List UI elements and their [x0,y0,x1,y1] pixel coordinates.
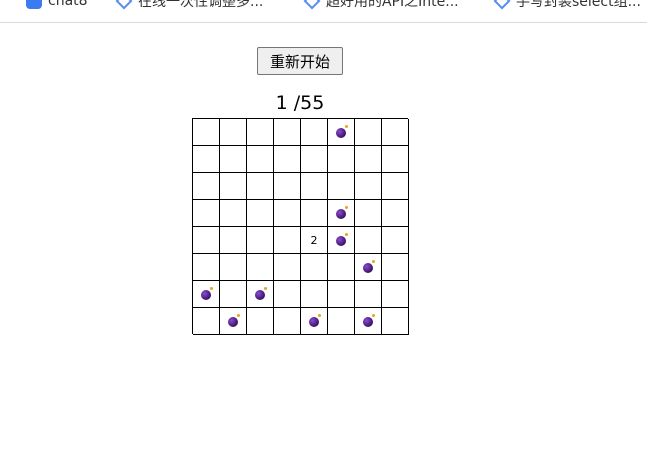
board-cell[interactable] [247,146,274,173]
board-cell[interactable] [328,254,355,281]
app-icon [26,0,42,9]
board-cell[interactable] [382,281,409,308]
board-cell[interactable] [274,281,301,308]
board-cell[interactable] [355,173,382,200]
board-cell[interactable] [274,173,301,200]
board-cell[interactable] [382,227,409,254]
board-cell[interactable] [355,308,382,335]
board-cell[interactable] [382,173,409,200]
mine-counter: 1 /55 [275,92,325,114]
restart-button[interactable]: 重新开始 [257,47,343,75]
board-cell[interactable] [274,119,301,146]
board-cell[interactable] [220,308,247,335]
board-cell[interactable] [328,227,355,254]
bomb-icon [363,314,375,327]
board-cell[interactable] [220,119,247,146]
board-cell[interactable] [382,146,409,173]
board-cell[interactable] [247,308,274,335]
board-cell[interactable] [355,200,382,227]
board-cell[interactable] [301,200,328,227]
board-cell[interactable] [193,146,220,173]
board-cell[interactable] [301,119,328,146]
board-cell[interactable] [301,146,328,173]
bomb-icon [336,125,348,138]
diamond-icon [303,0,321,10]
board-cell[interactable] [247,173,274,200]
board-cell[interactable] [247,227,274,254]
board-cell[interactable] [301,173,328,200]
board-cell[interactable] [328,119,355,146]
board-cell[interactable] [301,281,328,308]
bomb-icon [336,206,348,219]
board-cell[interactable] [247,281,274,308]
bookmark-label: chat8 [48,0,88,9]
minesweeper-board: 2 [192,118,409,335]
bomb-icon [336,233,348,246]
board-cell[interactable] [328,173,355,200]
board-cell[interactable] [355,227,382,254]
board-cell[interactable] [193,119,220,146]
board-cell[interactable] [247,254,274,281]
bookmark-api[interactable]: 超好用的API之Inte... [303,0,459,12]
board-cell[interactable] [193,227,220,254]
board-cell[interactable] [193,281,220,308]
board-cell[interactable] [193,173,220,200]
board-cell[interactable] [355,146,382,173]
bomb-icon [201,287,213,300]
board-cell[interactable] [220,173,247,200]
diamond-icon [493,0,511,10]
board-cell[interactable] [328,281,355,308]
cell-number: 2 [310,233,318,247]
bomb-icon [228,314,240,327]
bookmark-chat8[interactable]: chat8 [26,0,88,12]
bomb-icon [363,260,375,273]
board-cell[interactable] [274,308,301,335]
board-cell[interactable] [220,227,247,254]
board-cell[interactable] [274,227,301,254]
bookmarks-bar: chat8 在线一次性调整多... 超好用的API之Inte... 手写封装se… [0,0,647,23]
board-cell[interactable] [220,146,247,173]
board-cell[interactable] [301,308,328,335]
board-cell[interactable] [382,119,409,146]
board-cell[interactable] [382,200,409,227]
bomb-icon [255,287,267,300]
bookmark-select[interactable]: 手写封装select组... [493,0,641,12]
board-cell[interactable] [301,254,328,281]
board-cell[interactable] [328,200,355,227]
diamond-icon [115,0,133,10]
board-cell[interactable] [220,254,247,281]
bookmark-label: 在线一次性调整多... [138,0,264,10]
board-cell[interactable] [220,281,247,308]
bomb-icon [309,314,321,327]
board-cell[interactable] [220,200,247,227]
board-cell[interactable] [328,308,355,335]
board-cell[interactable] [382,308,409,335]
board-cell[interactable] [247,200,274,227]
bookmark-adjust[interactable]: 在线一次性调整多... [115,0,264,12]
board-cell[interactable] [274,254,301,281]
bookmark-label: 手写封装select组... [516,0,641,10]
board-cell[interactable] [355,119,382,146]
board-cell[interactable]: 2 [301,227,328,254]
board-cell[interactable] [355,281,382,308]
board-cell[interactable] [193,308,220,335]
board-cell[interactable] [193,254,220,281]
board-cell[interactable] [328,146,355,173]
board-cell[interactable] [193,200,220,227]
board-cell[interactable] [355,254,382,281]
board-cell[interactable] [274,200,301,227]
board-cell[interactable] [274,146,301,173]
bookmark-label: 超好用的API之Inte... [326,0,459,10]
board-cell[interactable] [382,254,409,281]
board-cell[interactable] [247,119,274,146]
